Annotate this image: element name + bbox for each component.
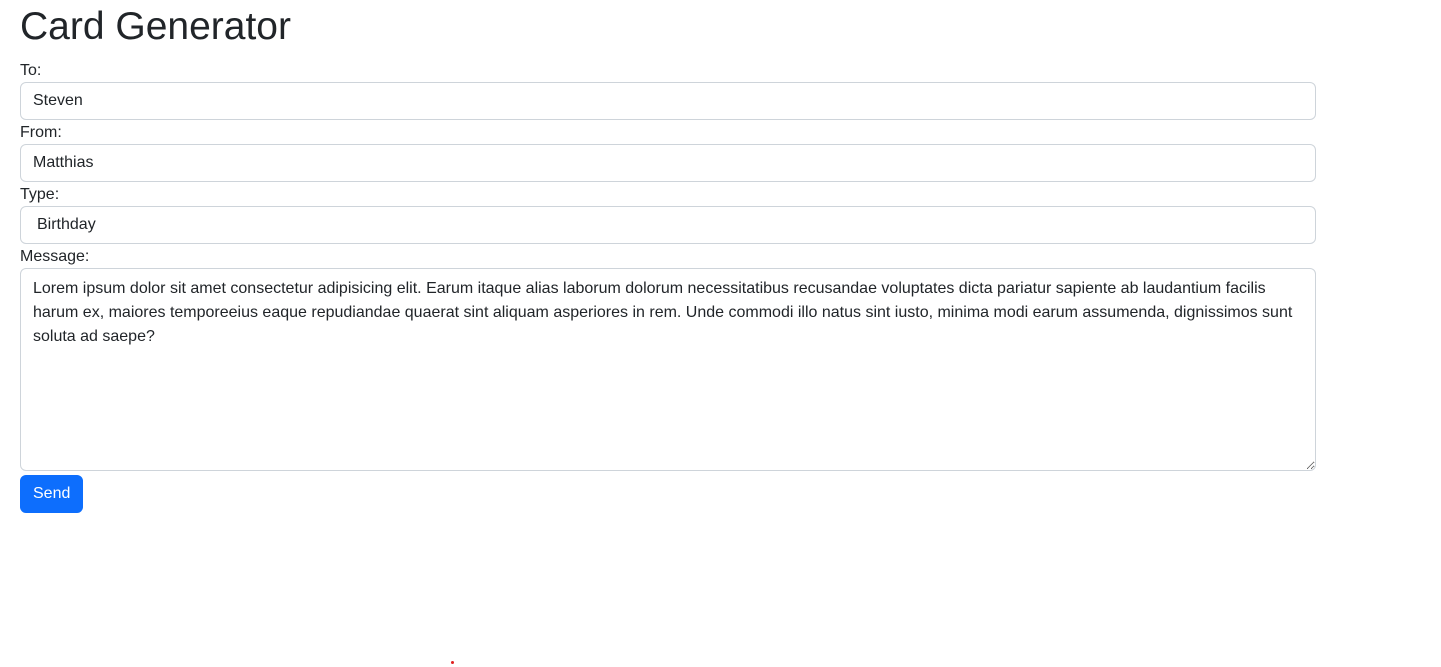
type-selected-value: Birthday bbox=[37, 216, 96, 233]
cursor-dot bbox=[451, 661, 454, 664]
send-button[interactable]: Send bbox=[20, 475, 84, 513]
card-generator-form: Card Generator To: From: Type: Birthday … bbox=[20, 0, 1316, 513]
message-textarea[interactable]: Lorem ipsum dolor sit amet consectetur a… bbox=[20, 268, 1316, 471]
type-label: Type: bbox=[20, 186, 60, 203]
type-select[interactable]: Birthday bbox=[20, 206, 1316, 244]
to-label: To: bbox=[20, 62, 42, 79]
page-title: Card Generator bbox=[20, 5, 291, 48]
from-label: From: bbox=[20, 124, 62, 141]
to-input[interactable] bbox=[20, 82, 1316, 120]
from-input[interactable] bbox=[20, 144, 1316, 182]
message-label: Message: bbox=[20, 248, 90, 265]
